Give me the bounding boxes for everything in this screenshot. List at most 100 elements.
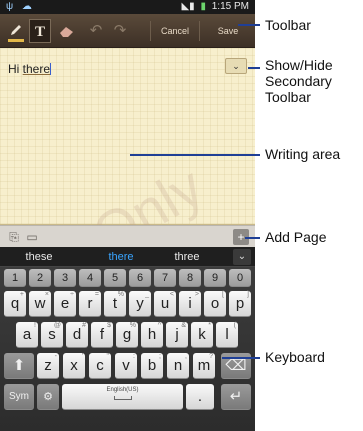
callout-line-toolbar (238, 24, 260, 26)
sym-key[interactable]: Sym (4, 384, 34, 410)
key-label: i (188, 295, 192, 312)
letter-key[interactable]: ] p (229, 291, 251, 317)
letter-key[interactable]: -z (37, 353, 59, 379)
status-right: ◣▮ ▮ 1:15 PM (178, 1, 249, 12)
letter-key[interactable]: % g (116, 322, 138, 348)
callout-add-page: Add Page (265, 229, 327, 245)
key-label: x (70, 357, 78, 374)
writing-area[interactable]: Hi there ⌄ Only (0, 48, 255, 267)
status-bar: ψ ☁ ◣▮ ▮ 1:15 PM (0, 0, 255, 14)
alt-char-label: $ (107, 322, 111, 329)
key-label: l (225, 326, 229, 343)
key-label: t (112, 295, 118, 312)
suggestion-item[interactable]: these (4, 247, 74, 267)
number-key[interactable]: 3 (54, 269, 76, 287)
alt-char-label: + (19, 291, 24, 298)
letter-key[interactable]: :v (115, 353, 137, 379)
alt-char-label: ( (233, 322, 236, 329)
undo-icon[interactable]: ↶ (87, 19, 105, 43)
alt-char-label: × (44, 291, 49, 298)
settings-key[interactable]: ⚙ (37, 384, 59, 410)
alt-char-label: & (181, 322, 186, 329)
letter-key[interactable]: ! a (16, 322, 38, 348)
chevron-down-icon: ⌄ (232, 61, 240, 71)
shift-key[interactable]: ⬆ (4, 353, 34, 379)
letter-key[interactable]: (l (216, 322, 238, 348)
letter-key[interactable]: = r (79, 291, 101, 317)
key-label: e (60, 295, 70, 312)
letter-key[interactable]: ? m (193, 353, 215, 379)
callout-line-keyboard (222, 357, 260, 359)
alt-char-label: ^ (157, 322, 161, 329)
alt-char-label: [ (222, 291, 224, 298)
enter-key[interactable]: ↵ (221, 384, 251, 410)
number-key[interactable]: 4 (79, 269, 101, 287)
number-key[interactable]: 8 (179, 269, 201, 287)
number-key[interactable]: 0 (229, 269, 251, 287)
letter-key[interactable]: ,n (167, 353, 189, 379)
keyboard: 1234567890 + q × w ÷ e = r% t _ y < u > i[o] p ! a @ s # d $ f… (0, 267, 255, 431)
expand-suggestions-icon[interactable]: ⌄ (233, 249, 251, 265)
alt-char-label: ' (81, 353, 83, 360)
key-label: r (87, 295, 93, 312)
letter-key[interactable]: ; b (141, 353, 163, 379)
key-label: u (160, 295, 170, 312)
number-key[interactable]: 6 (129, 269, 151, 287)
key-label: k (198, 326, 206, 343)
status-left-icons: ψ ☁ (6, 1, 35, 12)
letter-key[interactable]: > i (179, 291, 201, 317)
cancel-button[interactable]: Cancel (150, 21, 200, 41)
suggestion-item-selected[interactable]: there (86, 247, 156, 267)
period-key[interactable]: . (186, 384, 214, 410)
number-key[interactable]: 1 (4, 269, 26, 287)
letter-key[interactable]: + q (4, 291, 26, 317)
key-label: d (72, 326, 82, 343)
page-view-icon[interactable]: ▭ (24, 229, 40, 245)
key-label: c (96, 357, 104, 374)
alt-char-label: > (194, 291, 199, 298)
letter-key[interactable]: & j (166, 322, 188, 348)
letter-key[interactable]: @ s (41, 322, 63, 348)
letter-key[interactable]: < u (154, 291, 176, 317)
callout-toolbar: Toolbar (265, 17, 311, 33)
alt-char-label: % (129, 322, 136, 329)
alt-char-label: < (169, 291, 174, 298)
letter-key[interactable]: _ y (129, 291, 151, 317)
letter-key[interactable]: % t (104, 291, 126, 317)
key-label: w (34, 295, 46, 312)
letter-key[interactable]: [o (204, 291, 226, 317)
pen-icon[interactable] (5, 19, 27, 43)
text-mode-button[interactable]: T (29, 19, 51, 43)
alt-char-label: - (54, 353, 57, 360)
letter-key[interactable]: × w (29, 291, 51, 317)
number-key[interactable]: 2 (29, 269, 51, 287)
letter-key[interactable]: ÷ e (54, 291, 76, 317)
secondary-toolbar-toggle[interactable]: ⌄ (225, 58, 247, 74)
key-label: q (10, 295, 20, 312)
letter-key[interactable]: # d (66, 322, 88, 348)
callout-keyboard: Keyboard (265, 349, 325, 365)
callout-writing-area: Writing area (265, 146, 341, 162)
alt-char-label: ] (247, 291, 249, 298)
letter-key[interactable]: * k (191, 322, 213, 348)
letter-key[interactable]: ^ h (141, 322, 163, 348)
alt-char-label: " (106, 353, 110, 360)
key-label: a (22, 326, 32, 343)
number-key[interactable]: 7 (154, 269, 176, 287)
alt-char-label: = (94, 291, 99, 298)
suggestion-item[interactable]: three (152, 247, 222, 267)
space-bar-icon (113, 396, 132, 400)
redo-icon[interactable]: ↷ (111, 19, 129, 43)
eraser-icon[interactable] (56, 19, 78, 43)
page-bar: ⎘ ▭ + (0, 225, 255, 247)
letter-key[interactable]: ' x (63, 353, 85, 379)
letter-row-2: ! a @ s # d $ f% g ^ h & j * k(l (0, 322, 255, 350)
copy-page-icon[interactable]: ⎘ (6, 229, 22, 245)
number-key[interactable]: 9 (204, 269, 226, 287)
alt-char-label: _ (145, 291, 149, 298)
space-key[interactable]: English(US) (62, 384, 183, 410)
letter-key[interactable]: $ f (91, 322, 113, 348)
number-key[interactable]: 5 (104, 269, 126, 287)
letter-key[interactable]: " c (89, 353, 111, 379)
note-text-underlined: there (22, 62, 51, 76)
